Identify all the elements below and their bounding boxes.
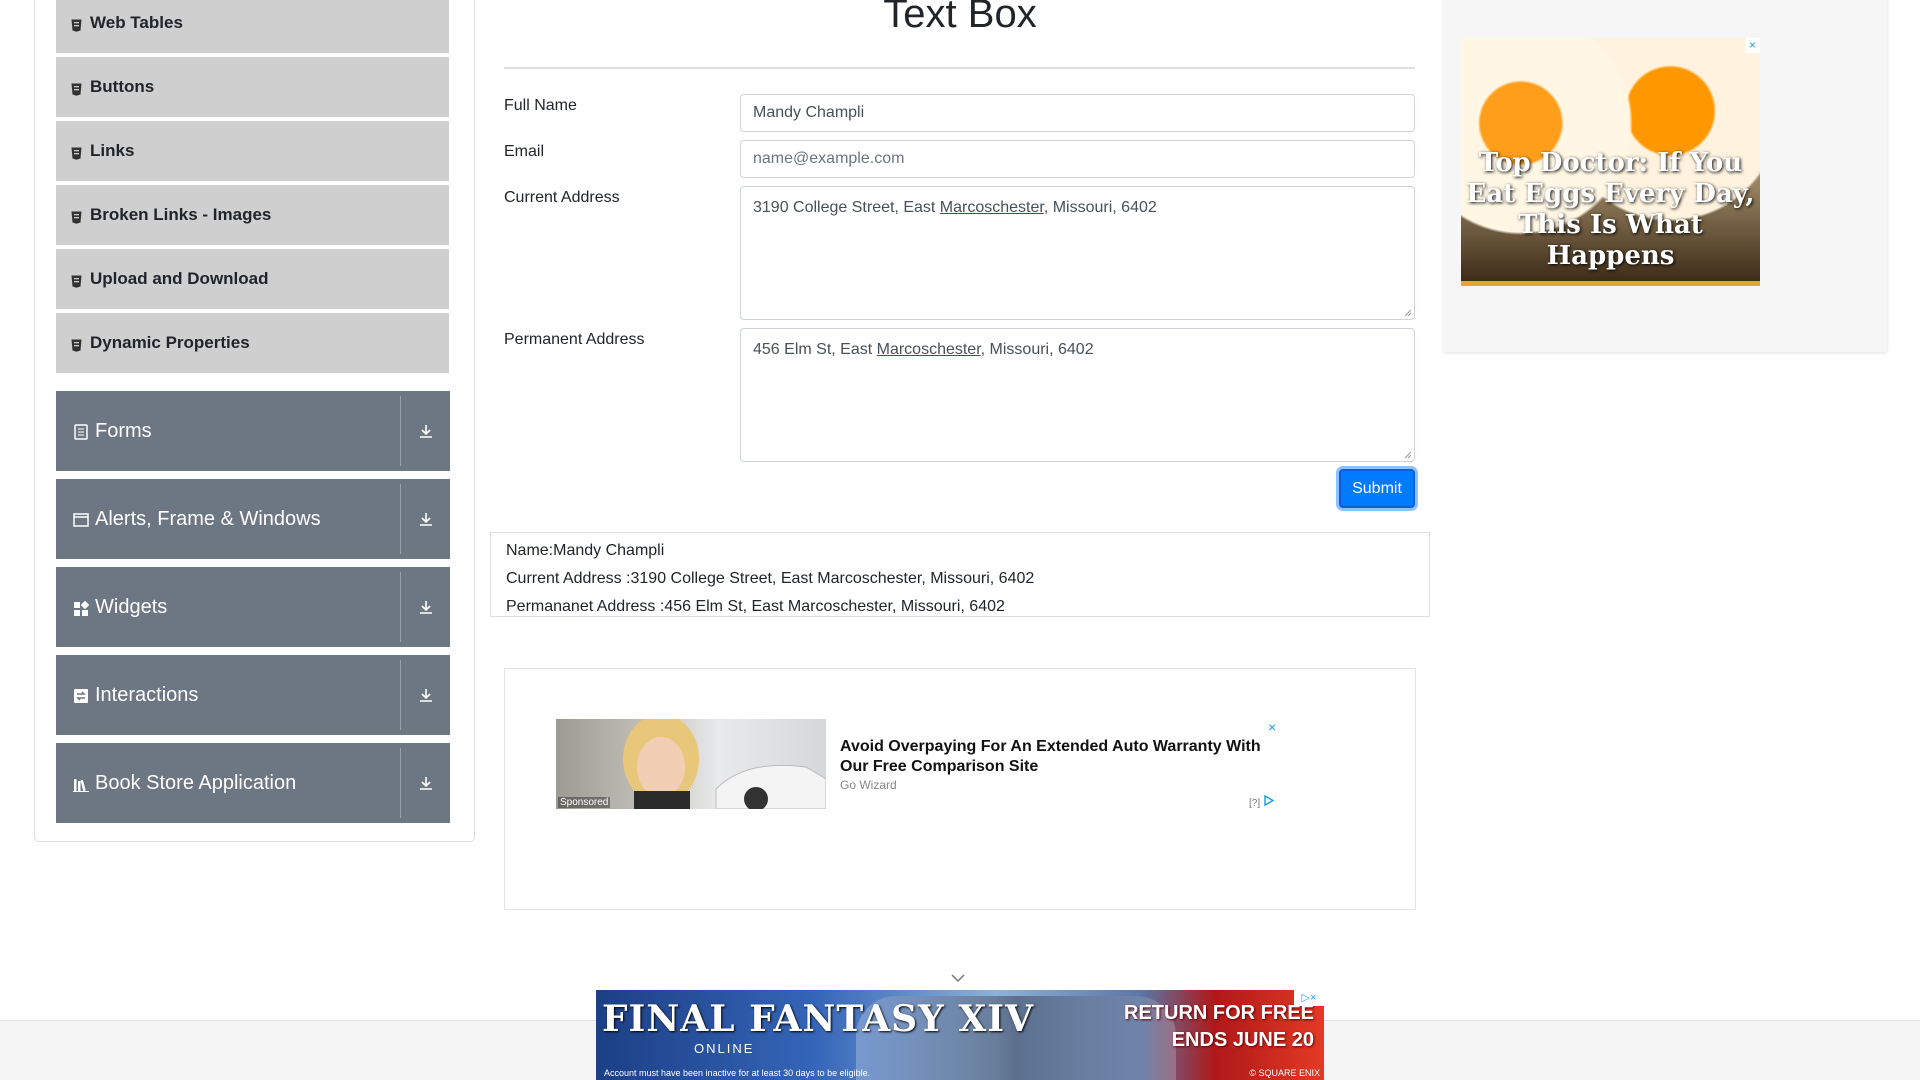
- current-address-textarea[interactable]: 3190 College Street, East Marcoschester,…: [740, 186, 1415, 320]
- page-title: Text Box: [883, 0, 1037, 36]
- ad-promo-line1: RETURN FOR FREE: [1124, 1002, 1314, 1024]
- email-input[interactable]: [740, 140, 1415, 178]
- email-label: Email: [504, 143, 545, 160]
- permanent-address-text: 456 Elm St, East: [753, 341, 877, 358]
- sidebar-item-upload-download[interactable]: Upload and Download: [56, 249, 449, 311]
- sidebar-group-book-store[interactable]: Book Store Application: [56, 743, 450, 823]
- misspelled-word: Marcoschester: [876, 341, 981, 358]
- full-name-label: Full Name: [504, 97, 577, 114]
- ad-logo-sub: ONLINE: [694, 1041, 755, 1056]
- chevron-down-icon[interactable]: [950, 972, 966, 984]
- sidebar-group-label: Widgets: [95, 595, 168, 618]
- ad-fine-print: Account must have been inactive for at l…: [604, 1068, 871, 1078]
- ad-headline[interactable]: Top Doctor: If You Eat Eggs Every Day, T…: [1461, 148, 1760, 272]
- current-address-text-end: , Missouri, 6402: [1043, 199, 1157, 216]
- ad-image[interactable]: Sponsored: [556, 719, 826, 809]
- html-doc-icon: [71, 273, 82, 288]
- sidebar-item-buttons[interactable]: Buttons: [56, 57, 449, 119]
- permanent-address-label: Permanent Address: [504, 331, 645, 348]
- adchoices-icon: [1264, 794, 1275, 807]
- sidebar-item-label: Web Tables: [90, 13, 183, 32]
- ad-info-link[interactable]: [?]: [1249, 794, 1275, 809]
- output-current-address: Current Address :3190 College Street, Ea…: [506, 570, 1035, 587]
- ad-promo: RETURN FOR FREE ENDS JUNE 20: [1124, 1000, 1314, 1054]
- sidebar-group-alerts[interactable]: Alerts, Frame & Windows: [56, 479, 450, 559]
- html-doc-icon: [71, 337, 82, 352]
- sidebar-group-label: Forms: [95, 419, 152, 442]
- sidebar-item-label: Links: [90, 141, 135, 160]
- sidebar-item-web-tables[interactable]: Web Tables: [56, 0, 449, 55]
- current-address-text: 3190 College Street, East: [753, 199, 940, 216]
- resize-grip-icon[interactable]: [1404, 309, 1412, 317]
- interactions-icon: [73, 687, 89, 703]
- ad-promo-line2: ENDS JUNE 20: [1171, 1029, 1314, 1051]
- sidebar-item-label: Buttons: [90, 77, 155, 96]
- download-arrow-icon[interactable]: [401, 655, 450, 735]
- close-icon[interactable]: ×: [1268, 719, 1276, 735]
- ad-banner-bottom[interactable]: FINAL FANTASY XIV ONLINE RETURN FOR FREE…: [596, 990, 1324, 1080]
- permanent-address-textarea[interactable]: 456 Elm St, East Marcoschester, Missouri…: [740, 328, 1415, 462]
- output-panel: Name:Mandy Champli Current Address :3190…: [490, 532, 1430, 617]
- full-name-input[interactable]: [740, 94, 1415, 132]
- output-permanent-address: Permananet Address :456 Elm St, East Mar…: [506, 598, 1005, 615]
- resize-grip-icon[interactable]: [1404, 451, 1412, 459]
- sidebar-item-broken-links[interactable]: Broken Links - Images: [56, 185, 449, 247]
- close-icon[interactable]: ▷×: [1294, 990, 1324, 1006]
- download-arrow-icon[interactable]: [401, 391, 450, 471]
- ad-photo-icon: [623, 719, 826, 809]
- window-icon: [73, 511, 89, 527]
- sidebar-group-label: Book Store Application: [95, 771, 297, 794]
- sidebar-item-links[interactable]: Links: [56, 121, 449, 183]
- html-doc-icon: [71, 17, 82, 32]
- ad-info-label: [?]: [1249, 798, 1261, 809]
- download-arrow-icon[interactable]: [401, 743, 450, 823]
- ad-copyright: © SQUARE ENIX: [1249, 1068, 1320, 1078]
- ad-brand[interactable]: Go Wizard: [840, 778, 897, 792]
- sidebar-group-label: Interactions: [95, 683, 199, 706]
- html-doc-icon: [71, 209, 82, 224]
- sidebar-group-interactions[interactable]: Interactions: [56, 655, 450, 735]
- sponsored-label: Sponsored: [558, 797, 611, 808]
- sidebar-item-label: Upload and Download: [90, 269, 269, 288]
- sidebar-item-dynamic-properties[interactable]: Dynamic Properties: [56, 313, 449, 375]
- current-address-label: Current Address: [504, 189, 620, 206]
- sidebar-item-label: Broken Links - Images: [90, 205, 272, 224]
- book-icon: [73, 775, 89, 792]
- sidebar-group-widgets[interactable]: Widgets: [56, 567, 450, 647]
- sidebar-group-forms[interactable]: Forms: [56, 391, 450, 471]
- download-arrow-icon[interactable]: [401, 567, 450, 647]
- output-name: Name:Mandy Champli: [506, 542, 665, 559]
- ad-headline[interactable]: Avoid Overpaying For An Extended Auto Wa…: [840, 737, 1280, 777]
- permanent-address-text-end: , Missouri, 6402: [980, 341, 1094, 358]
- ad-banner-middle[interactable]: Sponsored Avoid Overpaying For An Extend…: [504, 668, 1416, 910]
- misspelled-word: Marcoschester: [939, 199, 1044, 216]
- sidebar-item-label: Dynamic Properties: [90, 333, 250, 352]
- html-doc-icon: [71, 81, 82, 96]
- title-divider: [504, 67, 1415, 69]
- ad-banner-right[interactable]: Top Doctor: If You Eat Eggs Every Day, T…: [1461, 38, 1760, 286]
- sidebar-group-label: Alerts, Frame & Windows: [95, 507, 321, 530]
- widgets-icon: [73, 599, 90, 616]
- ad-logo: FINAL FANTASY XIV: [602, 998, 1035, 1040]
- form-icon: [73, 423, 89, 440]
- download-arrow-icon[interactable]: [401, 479, 450, 559]
- submit-button[interactable]: Submit: [1339, 469, 1415, 508]
- html-doc-icon: [71, 145, 82, 160]
- close-icon[interactable]: ×: [1745, 38, 1760, 53]
